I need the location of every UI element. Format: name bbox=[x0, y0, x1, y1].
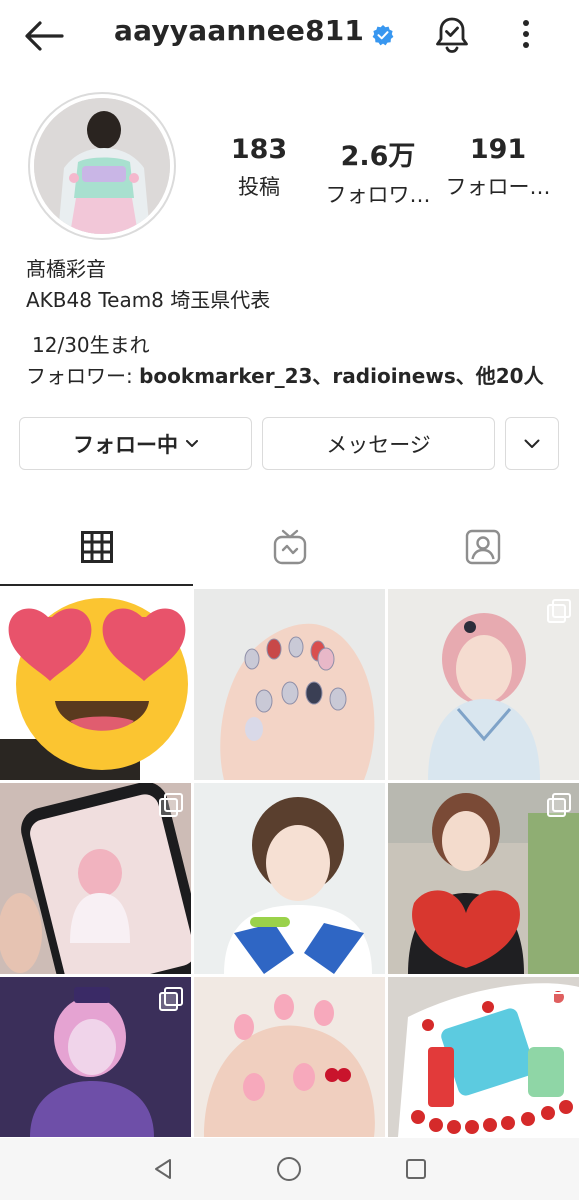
following-button-label: フォロー中 bbox=[73, 432, 178, 457]
app-header: aayyaannee811 bbox=[0, 0, 579, 70]
followed-by-names[interactable]: bookmarker_23、radioinews、他20人 bbox=[139, 364, 543, 388]
igtv-icon bbox=[273, 529, 307, 569]
followers-label: フォロワ… bbox=[325, 183, 431, 207]
notification-bell-icon[interactable] bbox=[430, 12, 474, 56]
display-name: 髙橋彩音 bbox=[26, 257, 106, 281]
verified-badge-icon bbox=[372, 20, 394, 45]
following-count: 191 bbox=[469, 134, 527, 165]
post-thumbnail[interactable] bbox=[194, 589, 385, 780]
tab-igtv[interactable] bbox=[193, 512, 386, 586]
profile-username: aayyaannee811 bbox=[114, 14, 394, 47]
tab-tagged[interactable] bbox=[386, 512, 579, 586]
stat-followers[interactable]: 2.6万 フォロワ… bbox=[322, 134, 434, 209]
profile-tabs bbox=[0, 512, 579, 588]
profile-avatar-ring[interactable] bbox=[28, 92, 176, 240]
multi-photo-icon bbox=[547, 793, 571, 817]
system-navigation-bar bbox=[0, 1138, 579, 1200]
post-thumbnail[interactable] bbox=[388, 783, 579, 974]
following-label: フォロー… bbox=[445, 175, 551, 199]
followed-by-prefix: フォロワー: bbox=[26, 364, 140, 388]
posts-count: 183 bbox=[230, 134, 288, 165]
active-tab-indicator bbox=[0, 584, 193, 586]
multi-photo-icon bbox=[547, 599, 571, 623]
avatar bbox=[34, 98, 170, 234]
multi-photo-icon bbox=[159, 987, 183, 1011]
multi-photo-icon bbox=[159, 793, 183, 817]
profile-bio: 髙橋彩音 AKB48 Team8 埼玉県代表 12/30生まれ フォロワー: b… bbox=[26, 254, 544, 392]
stat-following[interactable]: 191 フォロー… bbox=[442, 134, 554, 201]
multi-photo-icon bbox=[547, 987, 571, 1011]
bio-birthday: 12/30生まれ bbox=[32, 333, 150, 357]
chevron-down-icon bbox=[524, 439, 540, 449]
grid-icon bbox=[80, 531, 113, 567]
message-button-label: メッセージ bbox=[326, 432, 431, 457]
back-arrow-icon[interactable] bbox=[22, 14, 66, 58]
stat-posts[interactable]: 183 投稿 bbox=[216, 134, 302, 201]
post-thumbnail[interactable] bbox=[388, 589, 579, 780]
post-thumbnail[interactable] bbox=[0, 589, 191, 780]
post-thumbnail[interactable] bbox=[194, 783, 385, 974]
nav-back-triangle-icon[interactable] bbox=[143, 1149, 183, 1189]
message-button[interactable]: メッセージ bbox=[262, 417, 495, 470]
more-vertical-icon[interactable] bbox=[506, 12, 546, 56]
post-thumbnail[interactable] bbox=[0, 783, 191, 974]
followed-by[interactable]: フォロワー: bookmarker_23、radioinews、他20人 bbox=[26, 361, 544, 392]
username-text: aayyaannee811 bbox=[114, 14, 365, 47]
bio-text: AKB48 Team8 埼玉県代表 bbox=[26, 288, 271, 312]
suggested-accounts-button[interactable] bbox=[505, 417, 559, 470]
following-button[interactable]: フォロー中 bbox=[19, 417, 252, 470]
followers-count: 2.6万 bbox=[340, 141, 416, 172]
posts-label: 投稿 bbox=[238, 175, 280, 199]
tab-grid[interactable] bbox=[0, 512, 193, 586]
nav-recents-square-icon[interactable] bbox=[396, 1149, 436, 1189]
nav-home-circle-icon[interactable] bbox=[269, 1149, 309, 1189]
chevron-down-icon bbox=[186, 439, 198, 448]
tagged-person-icon bbox=[465, 529, 501, 569]
